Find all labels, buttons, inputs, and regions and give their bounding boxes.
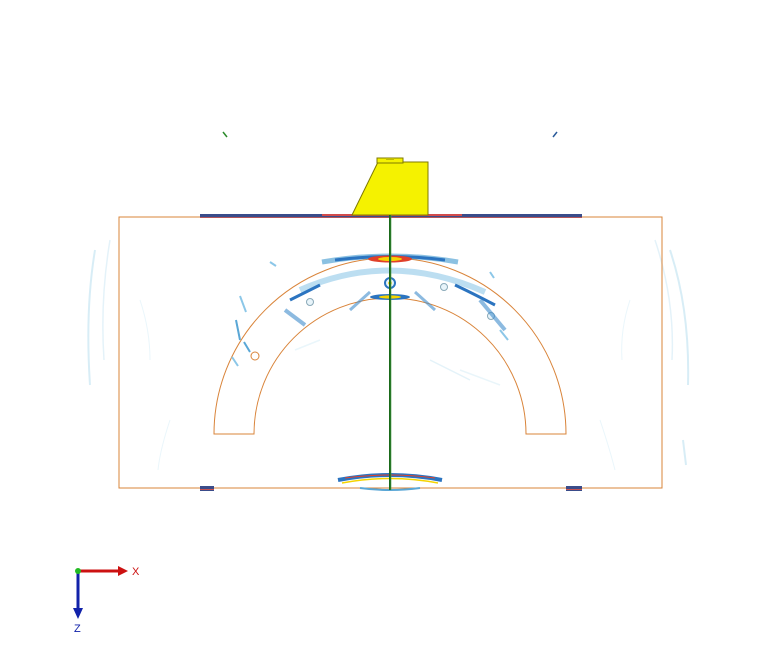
z-axis-label: Z <box>74 623 81 635</box>
field-background-speckle <box>87 239 690 471</box>
far-field-marks <box>222 131 558 138</box>
y-axis-dot <box>75 568 81 574</box>
axis-triad: X Z <box>73 566 140 635</box>
3d-viewport[interactable]: X Z <box>0 0 781 649</box>
probe-wedge[interactable] <box>351 157 429 216</box>
side-drilled-hole-right-upper <box>440 283 448 291</box>
x-axis-label: X <box>132 566 140 578</box>
scene-canvas[interactable]: X Z <box>0 0 781 649</box>
side-drilled-hole-left <box>250 351 260 361</box>
side-drilled-hole-left-upper <box>306 298 314 306</box>
